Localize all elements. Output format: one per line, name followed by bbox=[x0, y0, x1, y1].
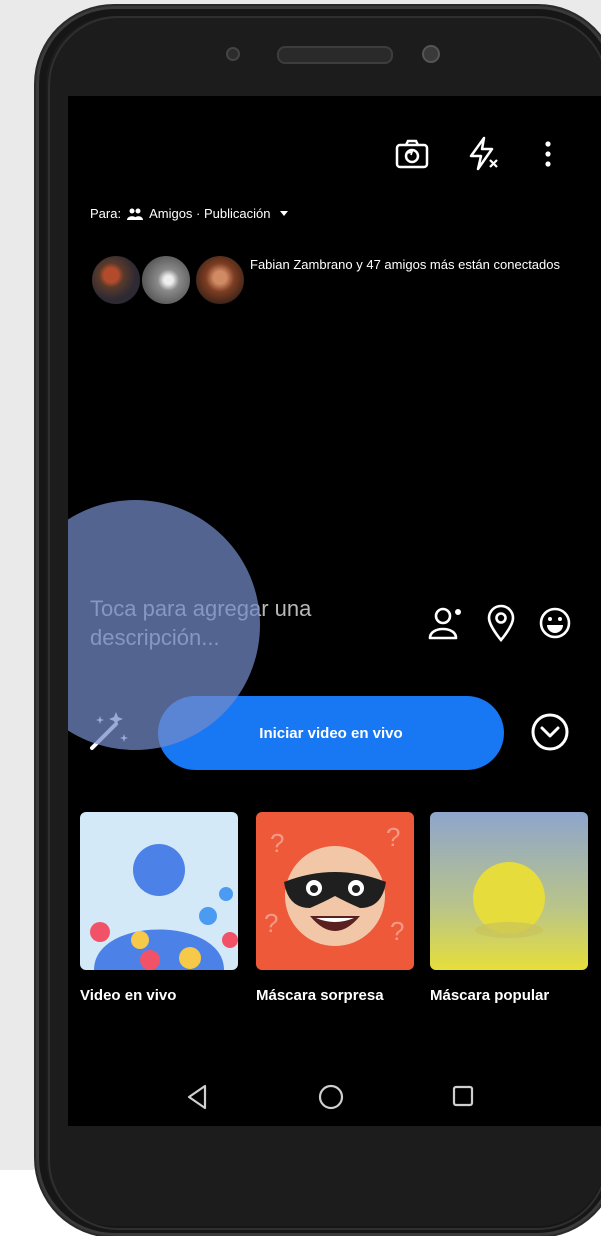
home-circle-icon[interactable] bbox=[318, 1084, 344, 1110]
svg-text:?: ? bbox=[390, 916, 404, 946]
template-label: Máscara popular bbox=[430, 987, 550, 1004]
template-thumbnail: ? ? ? ? bbox=[256, 812, 414, 970]
audience-selector[interactable]: Para: Amigos · Publicación bbox=[90, 206, 289, 221]
template-thumbnail bbox=[430, 812, 588, 970]
location-pin-icon[interactable] bbox=[486, 604, 516, 642]
template-live-video[interactable]: Video en vivo bbox=[80, 812, 238, 1006]
friends-online: Fabian Zambrano y 47 amigos más están co… bbox=[90, 254, 600, 314]
audience-value: Amigos · Publicación bbox=[149, 206, 271, 221]
people-icon bbox=[127, 208, 144, 220]
tag-person-icon[interactable] bbox=[428, 606, 464, 640]
friends-online-text: Fabian Zambrano y 47 amigos más están co… bbox=[250, 257, 561, 272]
masked-face-illustration: ? ? ? ? bbox=[264, 822, 404, 946]
template-surprise-mask[interactable]: ? ? ? ? Máscara sorpresa bbox=[256, 812, 414, 1006]
top-toolbar bbox=[68, 136, 601, 176]
flash-off-icon[interactable] bbox=[466, 136, 500, 172]
camera-switch-icon[interactable] bbox=[394, 136, 430, 172]
avatar bbox=[140, 254, 192, 306]
avatar bbox=[90, 254, 142, 306]
proximity-sensor bbox=[226, 47, 240, 61]
recents-square-icon[interactable] bbox=[452, 1085, 474, 1107]
phone-screen: Para: Amigos · Publicación Fabian Zambra… bbox=[68, 96, 601, 1126]
front-camera bbox=[422, 45, 440, 63]
avatar bbox=[194, 254, 246, 306]
android-nav-bar bbox=[68, 1084, 601, 1124]
person-reactions-illustration bbox=[90, 844, 238, 970]
more-vertical-icon[interactable] bbox=[542, 136, 554, 172]
template-thumbnail bbox=[80, 812, 238, 970]
svg-text:?: ? bbox=[270, 828, 284, 858]
earpiece-speaker bbox=[277, 46, 393, 64]
sphere-illustration bbox=[473, 862, 545, 938]
svg-text:?: ? bbox=[386, 822, 400, 852]
smiley-icon[interactable] bbox=[538, 606, 572, 640]
chevron-down-circle-icon[interactable] bbox=[530, 712, 570, 752]
dropdown-caret-icon bbox=[280, 211, 289, 216]
back-triangle-icon[interactable] bbox=[186, 1084, 208, 1110]
svg-text:?: ? bbox=[264, 908, 278, 938]
template-label: Video en vivo bbox=[80, 987, 177, 1004]
template-popular-mask[interactable]: Máscara popular bbox=[430, 812, 588, 1006]
template-label: Máscara sorpresa bbox=[256, 987, 384, 1004]
audience-prefix: Para: bbox=[90, 206, 122, 221]
live-templates: Video en vivo ? ? ? ? Máscara sorpresa M… bbox=[80, 812, 601, 1022]
